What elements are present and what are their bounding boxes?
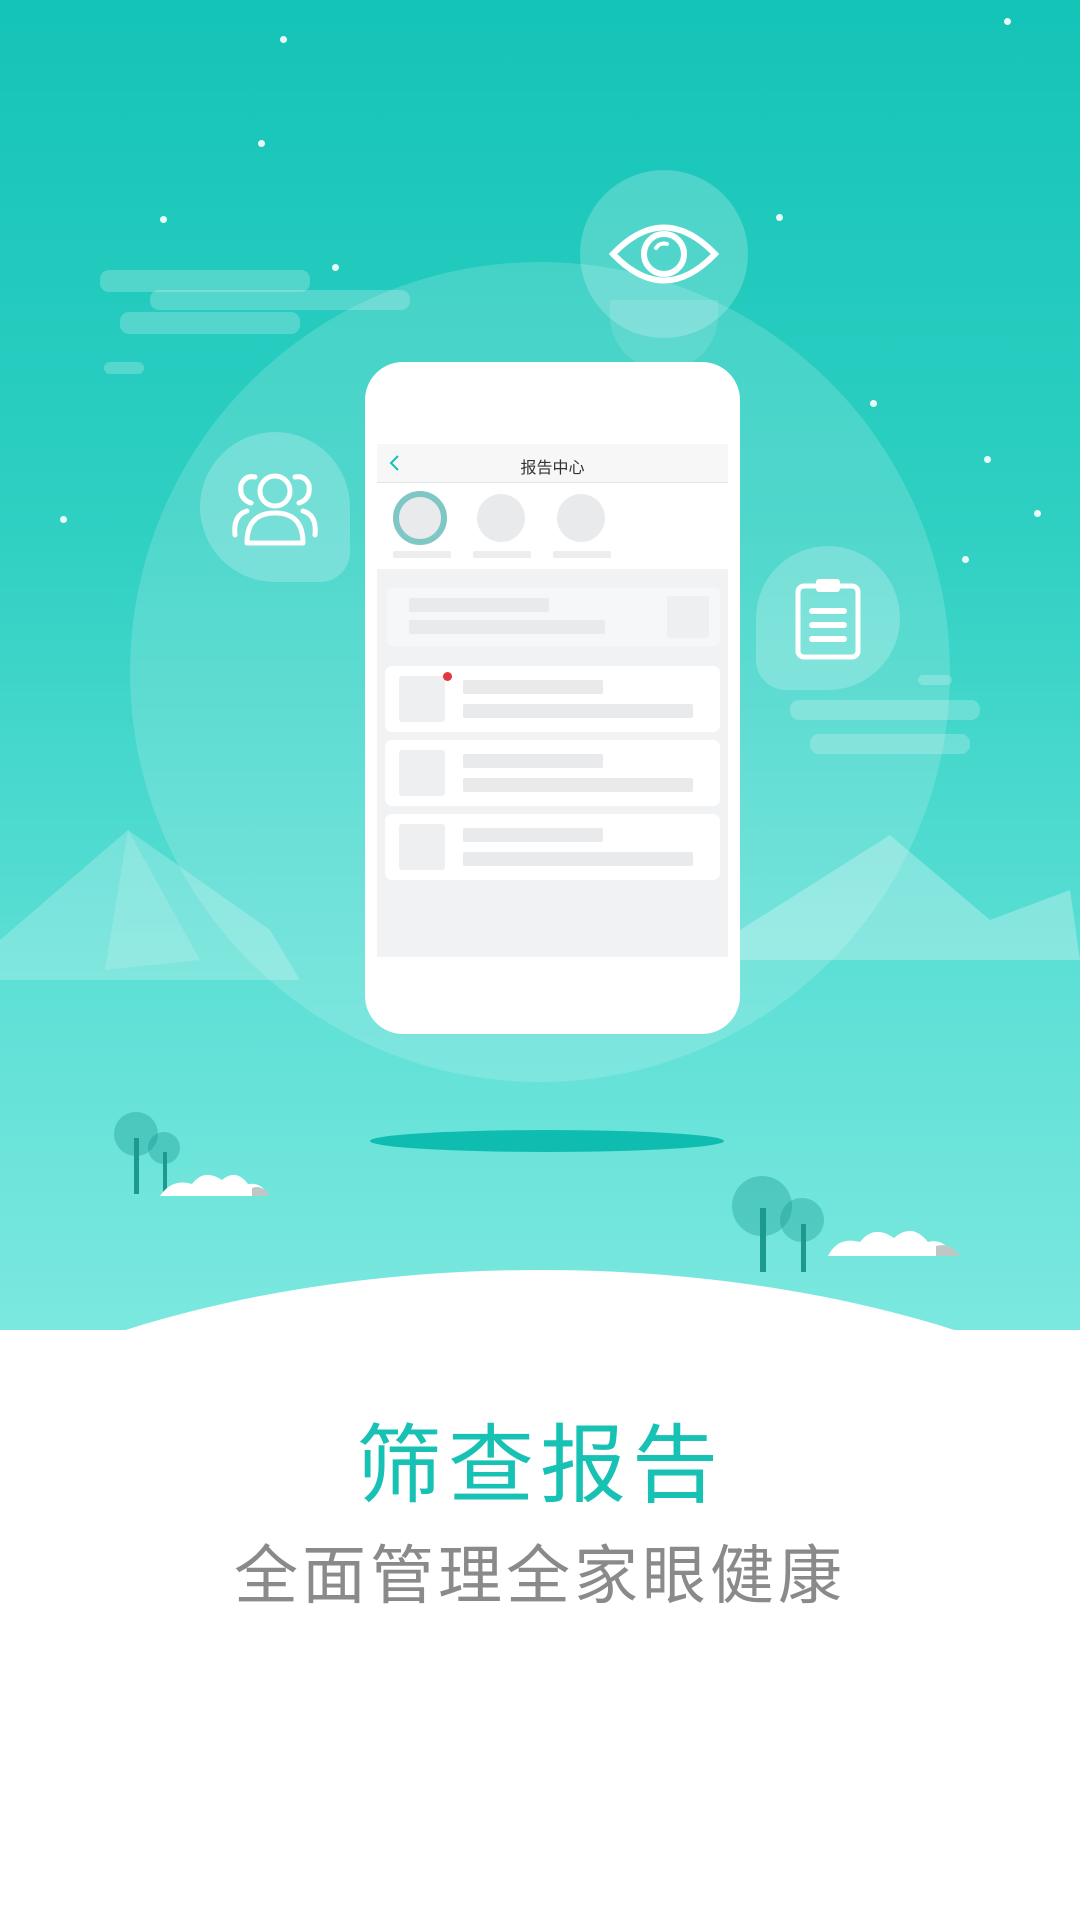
text-placeholder: [409, 598, 549, 612]
star: [984, 456, 991, 463]
hero-illustration: 报告中心: [0, 0, 1080, 1330]
text-placeholder: [463, 680, 603, 694]
avatar[interactable]: [557, 494, 605, 542]
text-placeholder: [463, 828, 603, 842]
family-icon: [232, 473, 318, 546]
app-header: 报告中心: [377, 444, 728, 483]
eye-icon: [609, 224, 719, 284]
cloud: [104, 362, 144, 374]
trees-right: [732, 1176, 960, 1272]
page-title: 筛查报告: [356, 1416, 724, 1516]
star: [280, 36, 287, 43]
star: [258, 140, 265, 147]
report-bubble: [756, 546, 900, 690]
app-title: 报告中心: [520, 458, 585, 477]
report-list-item[interactable]: [385, 740, 720, 806]
report-list-item[interactable]: [385, 666, 720, 732]
star: [776, 214, 783, 221]
thumbnail-placeholder: [399, 676, 445, 722]
phone-mockup: 报告中心: [365, 362, 740, 1034]
text-placeholder: [463, 704, 693, 718]
star: [1004, 18, 1011, 25]
mountain-right: [740, 835, 1080, 960]
star: [332, 264, 339, 271]
trees-left: [114, 1112, 270, 1196]
unread-dot: [443, 672, 452, 681]
avatar[interactable]: [477, 494, 525, 542]
star: [870, 400, 877, 407]
star: [962, 556, 969, 563]
text-placeholder: [409, 620, 605, 634]
text-placeholder: [463, 778, 693, 792]
mountain-left: [0, 830, 300, 980]
member-name-placeholder: [393, 551, 451, 558]
clipboard-icon: [795, 579, 861, 660]
avatar-selected[interactable]: [393, 491, 447, 545]
thumbnail-placeholder: [399, 750, 445, 796]
cloud: [120, 312, 300, 334]
phone-screen: 报告中心: [377, 444, 728, 957]
member-name-placeholder: [553, 551, 611, 558]
text-placeholder: [463, 754, 603, 768]
thumbnail-placeholder: [667, 596, 709, 638]
summary-card[interactable]: [387, 588, 720, 646]
cloud: [100, 270, 310, 292]
star: [160, 216, 167, 223]
family-bubble: [200, 432, 350, 582]
thumbnail-placeholder: [399, 824, 445, 870]
family-member-row: [377, 483, 728, 569]
page-subtitle: 全面管理全家眼健康: [234, 1540, 846, 1614]
star: [1034, 510, 1041, 517]
member-name-placeholder: [473, 551, 531, 558]
star: [60, 516, 67, 523]
phone-shadow: [370, 1130, 724, 1152]
text-placeholder: [463, 852, 693, 866]
report-list-item[interactable]: [385, 814, 720, 880]
